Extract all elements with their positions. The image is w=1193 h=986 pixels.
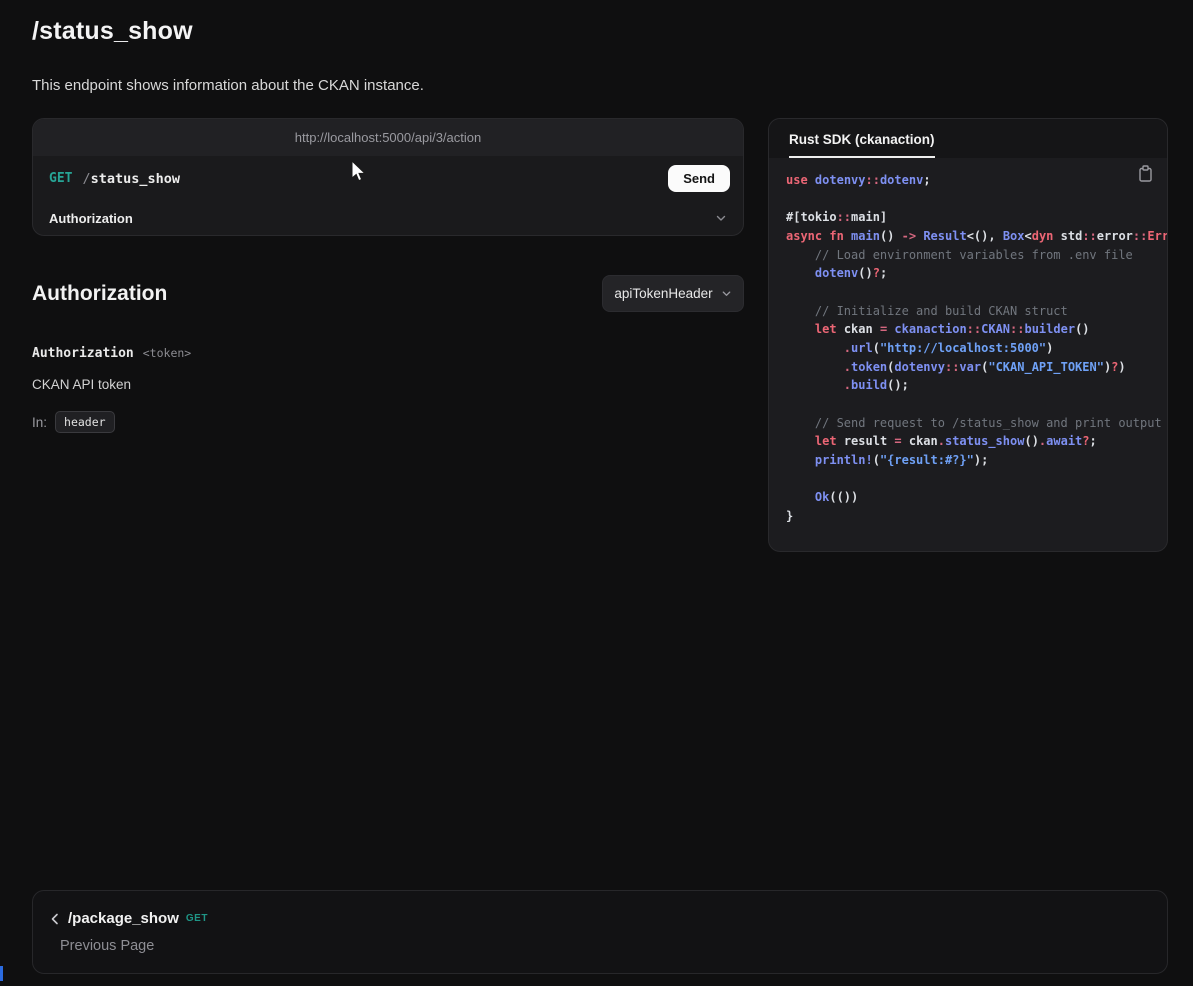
authorization-row-label: Authorization bbox=[49, 211, 133, 226]
previous-page-label: Previous Page bbox=[60, 938, 154, 954]
base-url-bar: http://localhost:5000/api/3/action bbox=[33, 119, 743, 156]
request-row: GET /status_show Send bbox=[33, 156, 743, 201]
http-method-badge: GET bbox=[49, 171, 72, 186]
auth-scheme-selected: apiTokenHeader bbox=[614, 286, 712, 301]
page-title: /status_show bbox=[32, 17, 193, 46]
previous-endpoint-path: /package_show bbox=[68, 910, 179, 927]
previous-page-link[interactable]: /package_show GET Previous Page bbox=[32, 890, 1168, 974]
authorization-collapsible-row[interactable]: Authorization bbox=[33, 201, 743, 235]
previous-page-row: /package_show GET bbox=[49, 910, 208, 927]
auth-field-name: Authorization bbox=[32, 346, 134, 361]
in-value-badge: header bbox=[55, 411, 115, 433]
send-button[interactable]: Send bbox=[668, 165, 730, 192]
tab-rust-sdk[interactable]: Rust SDK (ckanaction) bbox=[789, 132, 935, 158]
auth-in-line: In: header bbox=[32, 411, 115, 433]
copy-code-button[interactable] bbox=[1138, 165, 1153, 182]
endpoint-description: This endpoint shows information about th… bbox=[32, 77, 424, 94]
in-label: In: bbox=[32, 415, 47, 430]
chevron-down-icon bbox=[715, 212, 727, 224]
edge-accent-bar bbox=[0, 966, 3, 981]
authorization-heading: Authorization bbox=[32, 282, 167, 306]
auth-field-line: Authorization <token> bbox=[32, 346, 191, 361]
endpoint-path: /status_show bbox=[82, 171, 180, 187]
chevron-left-icon bbox=[49, 912, 61, 926]
code-panel-header: Rust SDK (ckanaction) bbox=[769, 119, 1167, 158]
chevron-down-icon bbox=[721, 288, 732, 299]
auth-scheme-dropdown[interactable]: apiTokenHeader bbox=[602, 275, 744, 312]
code-block: use dotenvy::dotenv; #[tokio::main]async… bbox=[769, 158, 1167, 552]
clipboard-icon bbox=[1138, 165, 1153, 182]
request-card: http://localhost:5000/api/3/action GET /… bbox=[32, 118, 744, 236]
code-sample-panel: Rust SDK (ckanaction) use dotenvy::doten… bbox=[768, 118, 1168, 552]
auth-field-description: CKAN API token bbox=[32, 377, 131, 392]
previous-endpoint-method: GET bbox=[186, 913, 208, 924]
auth-field-type: <token> bbox=[143, 346, 191, 360]
